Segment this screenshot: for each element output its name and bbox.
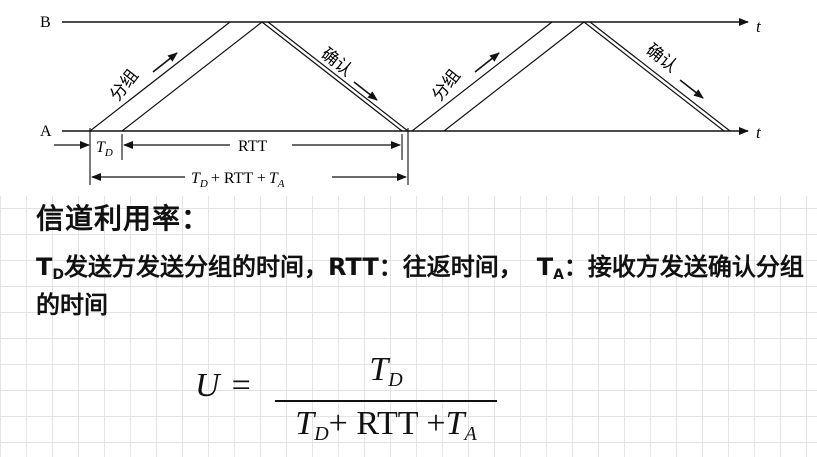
total-sub2: A (277, 178, 285, 190)
num-sub: D (388, 369, 403, 391)
time-axis-label-bottom: t (756, 123, 762, 142)
packet-label-1: 分组 (106, 66, 143, 105)
packet-2-leading-edge (411, 21, 553, 132)
den-sub1: D (314, 423, 329, 445)
station-a-label: A (40, 123, 52, 140)
rtt-symbol: RTT (328, 253, 379, 281)
formula-fraction: TD TD+ RTT +TA (275, 350, 497, 456)
td-dimension-label: TD (96, 139, 113, 159)
td-description: 发送方发送分组的时间， (64, 253, 328, 281)
transmission-timing-diagram: B A t t 分组 确认 分组 确认 TD RTT TD + RTT + TA (40, 14, 762, 190)
rtt-description: ：往返时间， (378, 253, 523, 281)
formula-numerator: TD (275, 350, 497, 400)
packet-label-2: 分组 (428, 66, 465, 105)
formula-equals: = (231, 367, 251, 404)
total-mid: + RTT + (211, 170, 266, 187)
ack-1-leading-edge (261, 21, 403, 132)
packet-arrow-2 (474, 52, 500, 73)
den-t1: T (295, 405, 315, 442)
packet-arrow-1 (152, 52, 178, 73)
formula-denominator: TD+ RTT +TA (275, 402, 497, 456)
ta-symbol: T (536, 253, 554, 281)
ack-2-trailing-edge (589, 21, 731, 132)
ack-2-leading-edge (583, 21, 725, 132)
station-b-label: B (40, 14, 51, 31)
definition-text: TD发送方发送分组的时间，RTT：往返时间， TA：接收方发送确认分组的时间 (36, 252, 806, 320)
packet-1-trailing-edge (121, 21, 263, 132)
formula-u: U (195, 367, 220, 404)
packet-2-trailing-edge (443, 21, 585, 132)
page-title: 信道利用率： (36, 202, 211, 235)
ack-1-trailing-edge (267, 21, 409, 132)
den-t2: T (445, 405, 465, 442)
td-subscript: D (52, 267, 64, 283)
total-dimension-label: TD + RTT + TA (191, 170, 285, 190)
time-axis-label-top: t (756, 17, 762, 36)
ta-subscript: A (553, 267, 564, 283)
packet-1-leading-edge (89, 21, 231, 132)
formula-lhs: U = (195, 367, 251, 405)
td-symbol: T (36, 253, 53, 281)
rtt-dimension-label: RTT (238, 138, 267, 155)
total-sub1: D (199, 178, 208, 190)
den-mid: + RTT + (328, 405, 446, 442)
td-dimension-sub: D (104, 147, 113, 159)
num-t: T (369, 351, 389, 388)
den-sub2: A (464, 423, 477, 445)
